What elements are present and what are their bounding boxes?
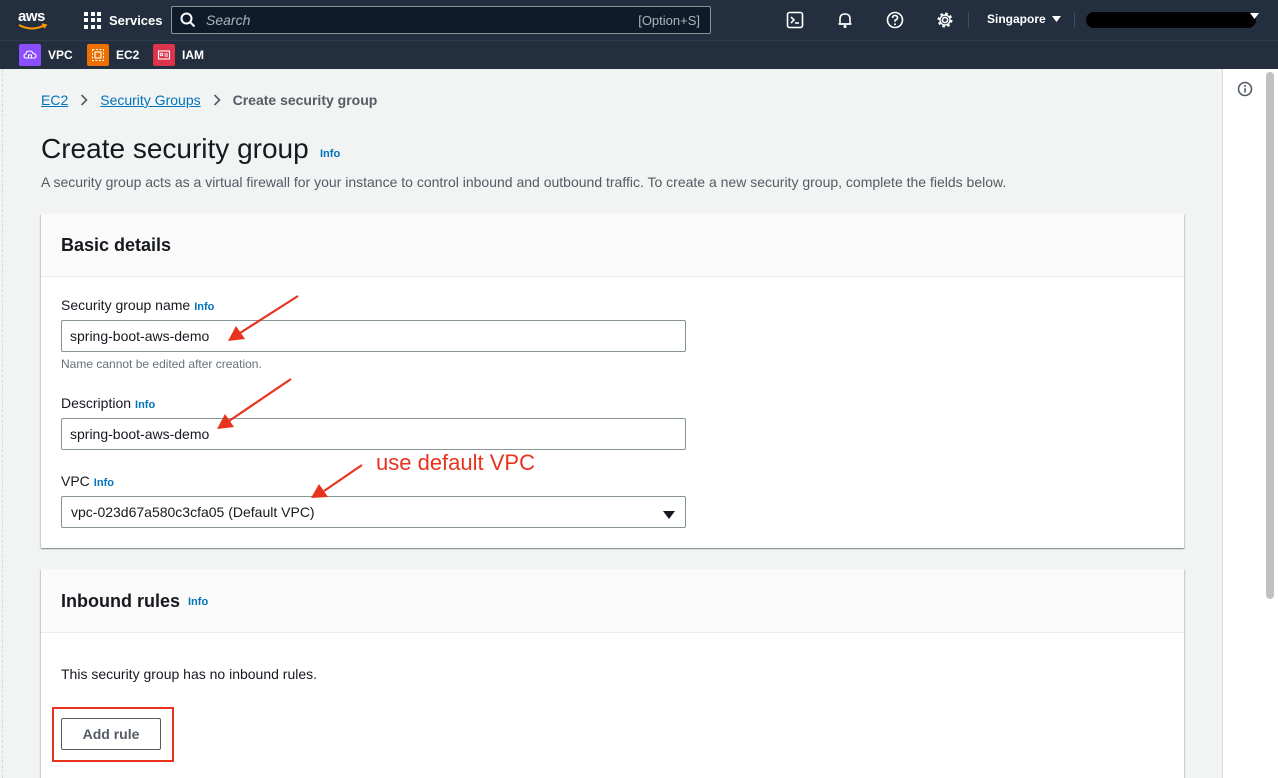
iam-icon [153, 44, 175, 66]
services-label: Services [109, 12, 163, 28]
breadcrumb: EC2 Security Groups Create security grou… [41, 92, 377, 108]
name-info-link[interactable]: Info [194, 301, 214, 313]
description-input[interactable] [61, 418, 686, 450]
nav-divider [1074, 12, 1075, 28]
description-info-link[interactable]: Info [135, 399, 155, 411]
help-icon[interactable] [885, 10, 905, 30]
name-constraint-hint: Name cannot be edited after creation. [61, 357, 262, 371]
card-header: Basic details [41, 214, 1184, 277]
search-shortcut-hint: [Option+S] [638, 13, 700, 28]
description-label: Description Info [61, 395, 155, 411]
cloudshell-icon[interactable] [785, 10, 805, 30]
page-description: A security group acts as a virtual firew… [41, 174, 1007, 190]
side-navigation-collapsed[interactable] [0, 69, 3, 778]
account-menu-redacted[interactable] [1086, 12, 1256, 28]
basic-details-card: Basic details Security group nameInfo Na… [41, 214, 1184, 548]
nav-divider [968, 12, 969, 28]
ec2-icon [87, 44, 109, 66]
vpc-icon [19, 44, 41, 66]
gear-icon[interactable] [935, 10, 955, 30]
empty-rules-message: This security group has no inbound rules… [61, 666, 318, 682]
chevron-right-icon [213, 94, 221, 106]
breadcrumb-current: Create security group [232, 92, 378, 108]
vpc-selected-value: vpc-023d67a580c3cfa05 (Default VPC) [71, 504, 315, 520]
search-input[interactable] [206, 10, 606, 30]
favorite-label: VPC [48, 48, 73, 62]
security-group-name-label: Security group name Info [61, 297, 214, 313]
vpc-select[interactable]: vpc-023d67a580c3cfa05 (Default VPC) [61, 496, 686, 528]
caret-down-icon [1051, 15, 1061, 22]
favorite-ec2[interactable]: EC2 [87, 44, 139, 66]
favorite-label: IAM [182, 48, 204, 62]
search-icon [180, 12, 196, 33]
top-navigation: aws Services [Option+S] Singapore [0, 0, 1278, 40]
vertical-scrollbar[interactable] [1266, 72, 1274, 599]
services-menu-button[interactable]: Services [84, 10, 163, 30]
page-title: Create security group [41, 133, 309, 164]
card-title: Basic details [61, 235, 172, 255]
vpc-label: VPC Info [61, 473, 114, 489]
info-panel-icon[interactable] [1237, 81, 1253, 102]
search-bar[interactable]: [Option+S] [171, 6, 711, 34]
breadcrumb-security-groups[interactable]: Security Groups [100, 92, 200, 108]
region-selector[interactable]: Singapore [987, 12, 1061, 26]
security-group-name-input[interactable] [61, 320, 686, 352]
inbound-rules-card: Inbound rules Info This security group h… [41, 569, 1184, 778]
bell-icon[interactable] [835, 10, 855, 30]
chevron-right-icon [80, 94, 88, 106]
field-label-text: VPC [61, 473, 90, 489]
favorite-vpc[interactable]: VPC [19, 44, 73, 66]
grid-icon [84, 11, 101, 29]
caret-down-icon [1250, 13, 1259, 19]
field-label-text: Description [61, 395, 132, 411]
region-label: Singapore [987, 12, 1046, 26]
favorite-label: EC2 [116, 48, 140, 62]
caret-down-icon [663, 507, 675, 525]
page-info-link[interactable]: Info [320, 148, 340, 160]
annotation-text: use default VPC [376, 450, 535, 475]
inbound-rules-info-link[interactable]: Info [188, 596, 208, 608]
field-label-text: Security group name [61, 297, 191, 313]
favorites-bar: VPC EC2 IAM [0, 40, 1278, 69]
breadcrumb-ec2[interactable]: EC2 [41, 92, 68, 108]
highlight-box [52, 707, 174, 762]
aws-smile-icon [18, 23, 48, 30]
card-header: Inbound rules Info [41, 569, 1184, 633]
vpc-info-link[interactable]: Info [94, 477, 114, 489]
card-title: Inbound rules [61, 591, 180, 611]
favorite-iam[interactable]: IAM [153, 44, 204, 66]
aws-logo[interactable]: aws [18, 8, 52, 34]
